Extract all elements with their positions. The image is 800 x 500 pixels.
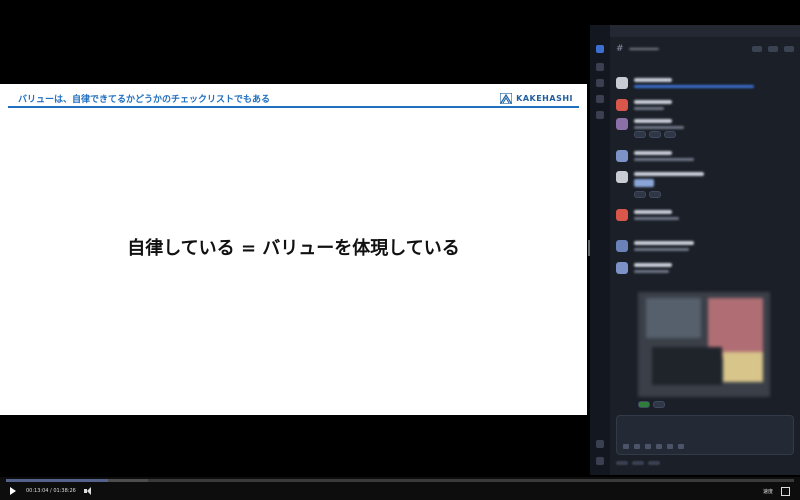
reaction[interactable] (664, 131, 676, 138)
reaction[interactable] (638, 401, 650, 408)
activity-icon[interactable] (596, 79, 604, 87)
message-author-blurred (634, 151, 672, 155)
channel-name-blurred[interactable]: ━━━━━━━━ (630, 46, 659, 53)
info-icon[interactable] (768, 46, 778, 52)
brand-logo: KAKEHASHI (500, 92, 573, 104)
message-author-blurred (634, 100, 672, 104)
current-time: 00:13:04 (26, 488, 49, 494)
attach-icon[interactable] (623, 444, 629, 449)
footer-hint-blurred (616, 461, 628, 465)
avatar[interactable] (616, 150, 628, 162)
message-text-blurred (634, 270, 669, 273)
image-region (723, 352, 763, 382)
avatar[interactable] (616, 77, 628, 89)
avatar[interactable] (616, 118, 628, 130)
avatar[interactable] (616, 240, 628, 252)
slide-header: バリューは、自律できてるかどうかのチェックリストでもある KAKEHASHI (8, 88, 579, 108)
message-author-blurred (634, 172, 704, 176)
player-controls: 00:13:04 / 01:38:26 速度 (6, 484, 794, 498)
avatar[interactable] (616, 171, 628, 183)
avatar[interactable] (616, 209, 628, 221)
home-icon[interactable] (596, 45, 604, 53)
fullscreen-icon[interactable] (781, 486, 790, 496)
duration: 01:38:26 (53, 488, 76, 494)
chat-panel: # ━━━━━━━━ (590, 25, 800, 475)
reaction[interactable] (634, 131, 646, 138)
composer-toolbar (623, 444, 684, 449)
message-text-blurred (634, 126, 684, 129)
reaction[interactable] (634, 191, 646, 198)
message-reactions (634, 131, 676, 138)
play-icon[interactable] (10, 487, 16, 495)
footer-hint-blurred (648, 461, 660, 465)
chat-message[interactable] (616, 118, 794, 138)
chat-image-attachment[interactable] (638, 292, 770, 397)
chat-search-bar[interactable] (610, 25, 800, 37)
slide-main-text: 自律している = バリューを体現している (127, 238, 460, 259)
channel-header: # ━━━━━━━━ (610, 39, 800, 59)
help-icon[interactable] (596, 440, 604, 448)
chat-message[interactable] (616, 99, 794, 117)
presentation-slide: バリューは、自律できてるかどうかのチェックリストでもある KAKEHASHI 自… (0, 84, 587, 415)
progress-buffer (6, 479, 148, 482)
channel-hash-icon: # (616, 44, 624, 54)
image-region (646, 298, 701, 338)
footer-hint-blurred (632, 461, 644, 465)
progress-bar[interactable] (6, 479, 794, 482)
message-text-blurred (634, 158, 694, 161)
brand-name: KAKEHASHI (516, 93, 573, 103)
message-text-blurred (634, 85, 754, 88)
add-icon[interactable] (596, 111, 604, 119)
chat-message[interactable] (616, 150, 794, 168)
slide-title: バリューは、自律できてるかどうかのチェックリストでもある (18, 94, 271, 105)
avatar[interactable] (616, 262, 628, 274)
settings-icon[interactable] (784, 46, 794, 52)
video-player-bar: 00:13:04 / 01:38:26 速度 (0, 477, 800, 500)
chat-message[interactable] (616, 262, 794, 280)
reaction[interactable] (653, 401, 665, 408)
chat-message[interactable] (616, 171, 794, 198)
message-text-blurred (634, 248, 689, 251)
time-display: 00:13:04 / 01:38:26 (26, 488, 76, 494)
more-icon[interactable] (596, 95, 604, 103)
chat-message[interactable] (616, 77, 794, 95)
avatar[interactable] (616, 99, 628, 111)
message-composer[interactable] (616, 415, 794, 455)
message-author-blurred (634, 263, 672, 267)
mention-icon[interactable] (656, 444, 662, 449)
image-reactions (638, 401, 665, 408)
kakehashi-logo-icon (500, 92, 513, 104)
format-icon[interactable] (634, 444, 640, 449)
volume-icon[interactable] (83, 487, 94, 495)
message-author-blurred (634, 119, 672, 123)
audio-icon[interactable] (678, 444, 684, 449)
message-author-blurred (634, 210, 672, 214)
chat-footer (616, 461, 794, 469)
slide-divider (8, 106, 579, 108)
members-icon[interactable] (752, 46, 762, 52)
reaction[interactable] (649, 131, 661, 138)
dm-icon[interactable] (596, 63, 604, 71)
message-image-thumb[interactable] (634, 179, 654, 187)
message-text-blurred (634, 107, 664, 110)
message-author-blurred (634, 241, 694, 245)
reaction[interactable] (649, 191, 661, 198)
chat-message[interactable] (616, 209, 794, 227)
message-text-blurred (634, 217, 679, 220)
message-author-blurred (634, 78, 672, 82)
video-icon[interactable] (667, 444, 673, 449)
emoji-icon[interactable] (645, 444, 651, 449)
chat-sidebar-rail (590, 25, 610, 475)
playback-speed-button[interactable]: 速度 (763, 488, 773, 495)
image-region (652, 347, 722, 385)
message-reactions (634, 191, 661, 198)
user-avatar-icon[interactable] (596, 457, 604, 465)
chat-message[interactable] (616, 240, 794, 258)
